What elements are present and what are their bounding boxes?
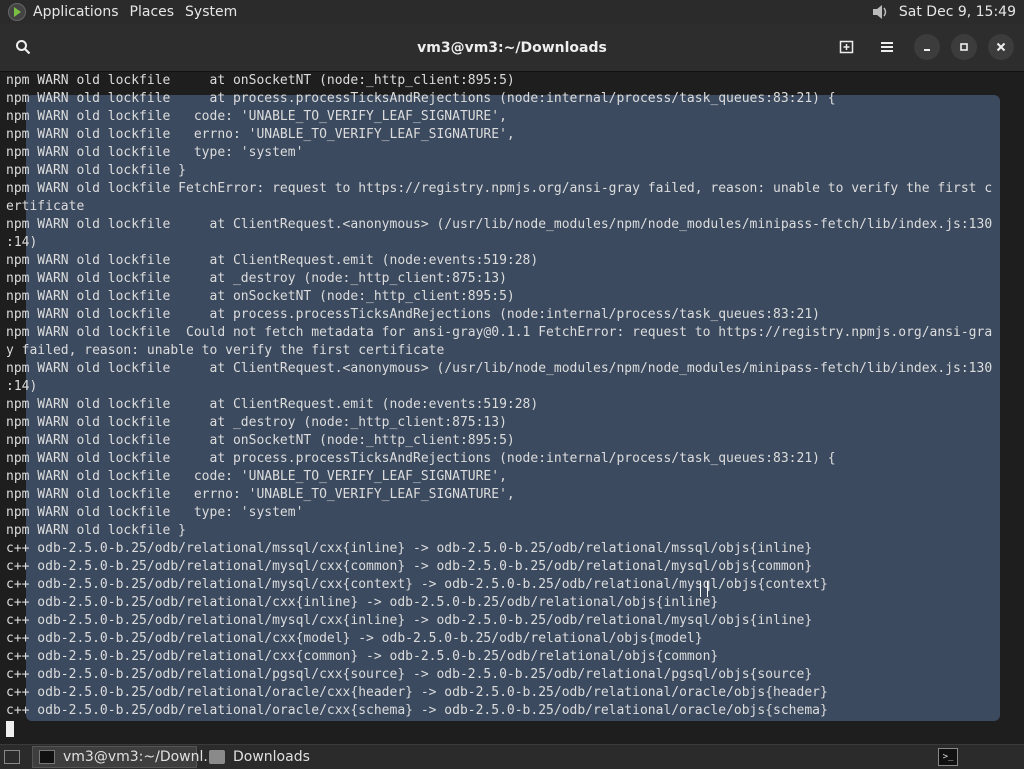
terminal-line: npm WARN old lockfile errno: 'UNABLE_TO_… [6,127,515,142]
terminal-line: c++ odb-2.5.0-b.25/odb/relational/mysql/… [6,613,813,628]
terminal-lines: npm WARN old lockfile at onSocketNT (nod… [6,72,1024,720]
terminal-line: npm WARN old lockfile code: 'UNABLE_TO_V… [6,109,507,124]
menu-system[interactable]: System [185,4,245,20]
task-downloads-label: Downloads [233,749,310,765]
terminal-line: npm WARN old lockfile } [6,163,187,178]
window-title: vm3@vm3:~/Downloads [417,39,607,56]
terminal-output[interactable]: npm WARN old lockfile at onSocketNT (nod… [0,72,1024,744]
maximize-button[interactable] [951,34,977,60]
bottom-taskbar: vm3@vm3:~/Downl... Downloads >_ [0,744,1024,769]
terminal-line: y failed, reason: unable to verify the f… [6,343,445,358]
terminal-line: ertificate [6,199,85,214]
terminal-line: c++ odb-2.5.0-b.25/odb/relational/mssql/… [6,541,813,556]
close-icon [996,42,1006,52]
close-button[interactable] [988,34,1014,60]
terminal-line: npm WARN old lockfile at ClientRequest.<… [6,217,993,232]
terminal-line: npm WARN old lockfile type: 'system' [6,145,304,160]
menu-applications[interactable]: Applications [33,4,127,20]
new-tab-button[interactable] [834,34,860,60]
terminal-line: npm WARN old lockfile at process.process… [6,451,836,466]
terminal-line: npm WARN old lockfile } [6,523,187,538]
show-desktop-icon[interactable] [4,750,20,764]
search-button[interactable] [10,34,36,60]
terminal-icon [39,750,55,764]
terminal-line: npm WARN old lockfile at process.process… [6,307,820,322]
task-downloads[interactable]: Downloads [203,746,353,768]
terminal-line: c++ odb-2.5.0-b.25/odb/relational/mysql/… [6,559,813,574]
terminal-line: npm WARN old lockfile at _destroy (node:… [6,415,507,430]
terminal-line: npm WARN old lockfile at process.process… [6,91,836,106]
terminal-line: npm WARN old lockfile at ClientRequest.<… [6,361,993,376]
terminal-line: c++ odb-2.5.0-b.25/odb/relational/cxx{co… [6,649,719,664]
applications-logo-icon[interactable] [8,3,26,21]
speaker-icon[interactable] [871,3,889,21]
terminal-line: npm WARN old lockfile at onSocketNT (nod… [6,289,515,304]
search-icon [16,40,31,55]
terminal-line: npm WARN old lockfile type: 'system' [6,505,304,520]
terminal-cursor [6,721,14,737]
terminal-line: c++ odb-2.5.0-b.25/odb/relational/pgsql/… [6,667,813,682]
task-terminal[interactable]: vm3@vm3:~/Downl... [32,746,217,768]
terminal-line: npm WARN old lockfile code: 'UNABLE_TO_V… [6,469,507,484]
terminal-line: npm WARN old lockfile at _destroy (node:… [6,271,507,286]
minimize-icon [924,49,930,51]
terminal-line: npm WARN old lockfile at ClientRequest.e… [6,397,539,412]
terminal-tray-icon[interactable]: >_ [938,748,958,766]
task-terminal-label: vm3@vm3:~/Downl... [63,749,217,765]
mouse-ibeam-cursor-icon [700,581,708,597]
new-tab-icon [839,40,854,54]
terminal-line: npm WARN old lockfile at ClientRequest.e… [6,253,539,268]
terminal-line: c++ odb-2.5.0-b.25/odb/relational/cxx{mo… [6,631,703,646]
menu-places[interactable]: Places [130,4,183,20]
terminal-line: npm WARN old lockfile errno: 'UNABLE_TO_… [6,487,515,502]
top-panel: Applications Places System Sat Dec 9, 15… [0,0,1024,25]
terminal-line: npm WARN old lockfile at onSocketNT (nod… [6,433,515,448]
terminal-line: npm WARN old lockfile Could not fetch me… [6,325,993,340]
maximize-icon [960,43,968,51]
terminal-line: npm WARN old lockfile FetchError: reques… [6,181,993,196]
terminal-line: npm WARN old lockfile at onSocketNT (nod… [6,73,515,88]
folder-icon [209,750,225,764]
hamburger-menu-icon [881,42,893,52]
menu-button[interactable] [874,34,900,60]
terminal-titlebar: vm3@vm3:~/Downloads [0,24,1024,72]
terminal-line: c++ odb-2.5.0-b.25/odb/relational/mysql/… [6,577,828,592]
terminal-line: :14) [6,379,38,394]
terminal-line: c++ odb-2.5.0-b.25/odb/relational/cxx{in… [6,595,719,610]
clock[interactable]: Sat Dec 9, 15:49 [899,4,1016,20]
minimize-button[interactable] [914,34,940,60]
terminal-line: c++ odb-2.5.0-b.25/odb/relational/oracle… [6,703,828,718]
terminal-line: c++ odb-2.5.0-b.25/odb/relational/oracle… [6,685,828,700]
terminal-line: :14) [6,235,38,250]
